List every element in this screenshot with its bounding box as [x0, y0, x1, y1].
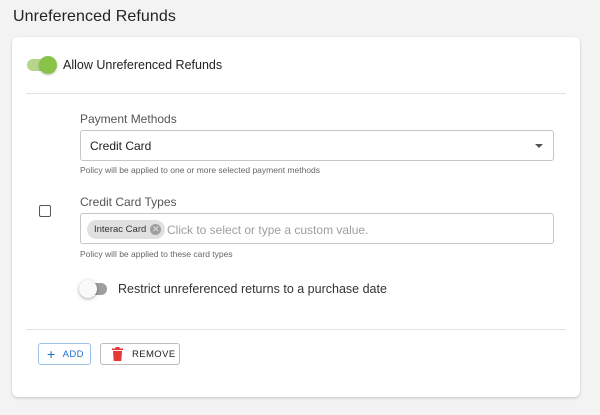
credit-card-types-input[interactable]: Interac Card ✕ Click to select or type a…: [80, 213, 554, 244]
chevron-down-icon[interactable]: [535, 144, 543, 148]
credit-card-types-helper: Policy will be applied to these card typ…: [80, 249, 233, 259]
divider-bottom: [26, 329, 566, 330]
switch-thumb: [79, 280, 97, 298]
allow-unreferenced-refunds-label: Allow Unreferenced Refunds: [63, 58, 223, 72]
restrict-purchase-date-row: Restrict unreferenced returns to a purch…: [79, 280, 387, 298]
remove-button[interactable]: REMOVE: [100, 343, 180, 365]
card-types-placeholder: Click to select or type a custom value.: [167, 223, 369, 237]
close-circle-icon[interactable]: ✕: [150, 224, 162, 235]
policy-row-checkbox[interactable]: [39, 205, 51, 217]
add-button-label: ADD: [62, 348, 84, 360]
remove-button-label: REMOVE: [132, 348, 176, 360]
add-button[interactable]: + ADD: [38, 343, 91, 365]
credit-card-types-label: Credit Card Types: [80, 195, 177, 209]
plus-icon: +: [47, 346, 56, 362]
payment-methods-value: Credit Card: [90, 139, 152, 153]
payment-methods-select[interactable]: Credit Card: [80, 130, 554, 161]
allow-unreferenced-refunds-switch[interactable]: [26, 56, 57, 74]
chip-label: Interac Card: [94, 224, 147, 235]
payment-methods-label: Payment Methods: [80, 112, 177, 126]
allow-unreferenced-refunds-toggle-row: Allow Unreferenced Refunds: [26, 56, 222, 74]
trash-icon: [112, 347, 123, 361]
policy-card: Allow Unreferenced Refunds Payment Metho…: [12, 37, 580, 397]
switch-thumb: [39, 56, 57, 74]
page-title: Unreferenced Refunds: [13, 8, 176, 25]
card-type-chip[interactable]: Interac Card ✕: [87, 220, 166, 239]
divider-top: [26, 93, 566, 94]
restrict-purchase-date-label: Restrict unreferenced returns to a purch…: [118, 282, 387, 296]
payment-methods-helper: Policy will be applied to one or more se…: [80, 165, 321, 175]
restrict-purchase-date-switch[interactable]: [79, 280, 110, 298]
